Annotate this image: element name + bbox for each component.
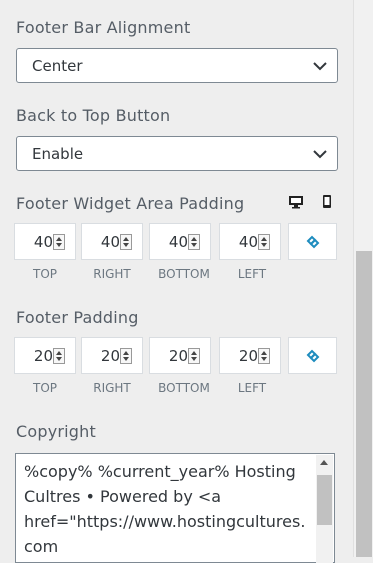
copyright-textarea[interactable]: %copy% %current_year% Hosting Cultres • … [15, 453, 335, 563]
footer-padding-label: Footer Padding [16, 308, 139, 327]
footer-padding-top-value: 20 [33, 347, 53, 365]
footer-padding-bottom-value: 20 [168, 347, 188, 365]
spinner-icon[interactable] [53, 348, 65, 364]
customizer-panel: Footer Bar Alignment Center Back to Top … [0, 0, 352, 563]
footer-padding-link-button[interactable] [288, 337, 337, 374]
spinner-icon[interactable] [258, 234, 270, 250]
chevron-down-icon [313, 150, 327, 159]
footer-padding-top-input[interactable]: 20 [14, 337, 76, 374]
copyright-label: Copyright [16, 422, 96, 441]
footer-padding-bottom-input[interactable]: 20 [149, 337, 211, 374]
widget-padding-bottom-label: BOTTOM [158, 267, 210, 281]
desktop-icon[interactable] [288, 194, 304, 210]
footer-padding-left-label: LEFT [237, 381, 267, 395]
spinner-icon[interactable] [258, 348, 270, 364]
link-icon [306, 349, 320, 363]
spinner-icon[interactable] [120, 234, 132, 250]
widget-padding-bottom-input[interactable]: 40 [149, 223, 211, 260]
widget-padding-bottom-value: 40 [168, 233, 188, 251]
footer-padding-left-input[interactable]: 20 [219, 337, 281, 374]
footer-bar-alignment-value: Center [32, 57, 83, 75]
textarea-scroll-thumb[interactable] [317, 475, 332, 525]
widget-padding-left-value: 40 [238, 233, 258, 251]
spinner-icon[interactable] [53, 234, 65, 250]
back-to-top-value: Enable [32, 145, 84, 163]
footer-padding-right-value: 20 [100, 347, 120, 365]
widget-padding-top-value: 40 [33, 233, 53, 251]
widget-padding-right-label: RIGHT [93, 267, 131, 281]
widget-padding-link-button[interactable] [288, 223, 337, 260]
widget-padding-top-input[interactable]: 40 [14, 223, 76, 260]
spinner-icon[interactable] [188, 234, 200, 250]
link-icon [306, 235, 320, 249]
footer-padding-left-value: 20 [238, 347, 258, 365]
panel-scrollbar[interactable] [353, 0, 373, 557]
chevron-down-icon [313, 62, 327, 71]
footer-padding-bottom-label: BOTTOM [158, 381, 210, 395]
footer-bar-alignment-select[interactable]: Center [16, 48, 338, 83]
back-to-top-select[interactable]: Enable [16, 136, 338, 171]
footer-bar-alignment-label: Footer Bar Alignment [16, 18, 191, 37]
textarea-scrollbar[interactable] [316, 455, 333, 563]
widget-padding-top-label: TOP [32, 267, 57, 281]
footer-padding-right-label: RIGHT [93, 381, 131, 395]
spinner-icon[interactable] [120, 348, 132, 364]
panel-scroll-thumb[interactable] [356, 251, 372, 557]
widget-padding-left-input[interactable]: 40 [219, 223, 281, 260]
widget-padding-left-label: LEFT [237, 267, 267, 281]
widget-padding-right-value: 40 [100, 233, 120, 251]
copyright-text: %copy% %current_year% Hosting Cultres • … [24, 462, 306, 556]
footer-padding-top-label: TOP [32, 381, 57, 395]
back-to-top-label: Back to Top Button [16, 106, 171, 125]
spinner-icon[interactable] [188, 348, 200, 364]
widget-padding-label: Footer Widget Area Padding [16, 194, 245, 213]
widget-padding-right-input[interactable]: 40 [81, 223, 143, 260]
scroll-up-icon[interactable] [320, 460, 328, 465]
mobile-icon[interactable] [319, 194, 335, 210]
footer-padding-right-input[interactable]: 20 [81, 337, 143, 374]
